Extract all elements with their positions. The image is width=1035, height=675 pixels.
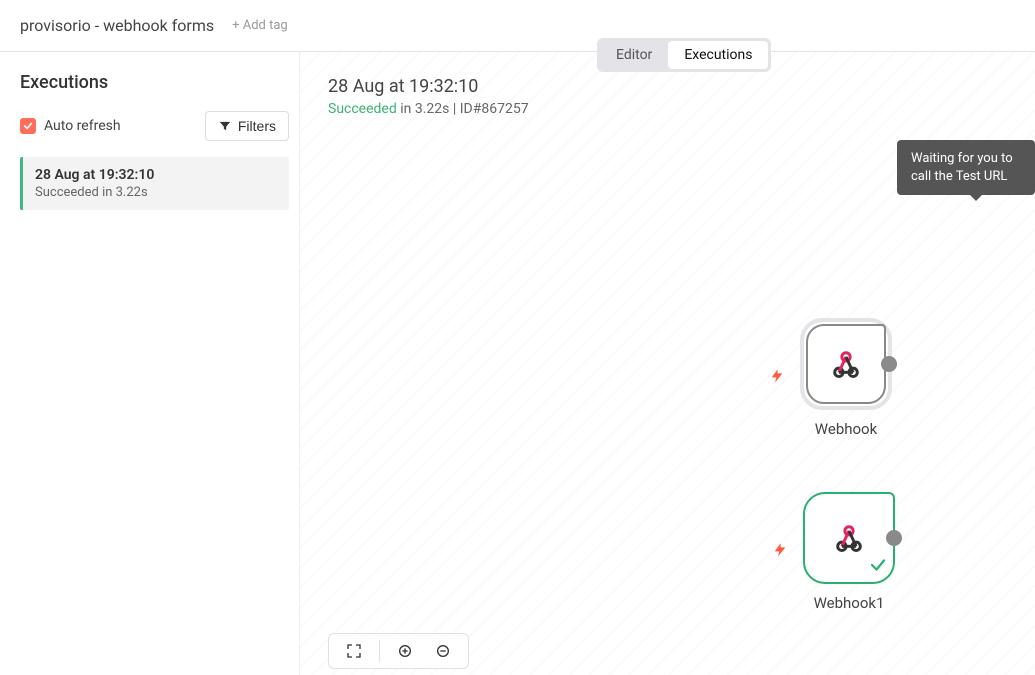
summary-id: ID#867257 (460, 101, 529, 117)
summary-status-line: Succeeded in 3.22s | ID#867257 (328, 101, 529, 117)
node-label: Webhook (795, 420, 897, 438)
editor-executions-tabs: Editor Executions (597, 38, 771, 72)
executions-sidebar: Executions Auto refresh Filters 28 Aug a… (0, 52, 300, 675)
node-output-port[interactable] (881, 356, 897, 372)
add-tag-button[interactable]: + Add tag (232, 18, 288, 33)
node-webhook1[interactable]: Webhook1 (798, 492, 900, 612)
execution-status: Succeeded in 3.22s (35, 185, 277, 200)
filters-button[interactable]: Filters (205, 111, 289, 141)
bolt-icon (772, 539, 788, 565)
zoom-in-icon (397, 643, 413, 659)
execution-timestamp: 28 Aug at 19:32:10 (35, 167, 277, 183)
check-icon (869, 556, 887, 578)
summary-status: Succeeded (328, 101, 397, 117)
header: provisorio - webhook forms + Add tag (0, 0, 1035, 52)
webhook-icon (827, 345, 865, 383)
sidebar-title: Executions (20, 72, 289, 93)
zoom-out-button[interactable] (428, 640, 458, 662)
webhook-icon (830, 519, 868, 557)
fit-icon (346, 643, 362, 659)
canvas-toolbar (328, 633, 469, 669)
execution-item[interactable]: 28 Aug at 19:32:10 Succeeded in 3.22s (20, 157, 289, 210)
bolt-icon (769, 365, 785, 391)
zoom-out-icon (435, 643, 451, 659)
tab-editor[interactable]: Editor (600, 41, 668, 69)
auto-refresh-label: Auto refresh (44, 118, 121, 134)
filter-icon (218, 119, 232, 133)
node-label: Webhook1 (798, 594, 900, 612)
filters-label: Filters (238, 118, 276, 134)
tab-executions[interactable]: Executions (668, 41, 768, 69)
node-output-port[interactable] (886, 530, 902, 546)
summary-duration: in 3.22s (397, 101, 450, 117)
zoom-in-button[interactable] (390, 640, 420, 662)
execution-summary: 28 Aug at 19:32:10 Succeeded in 3.22s | … (328, 76, 529, 117)
fit-view-button[interactable] (339, 640, 369, 662)
test-url-tooltip: Waiting for you to call the Test URL (897, 140, 1035, 195)
summary-timestamp: 28 Aug at 19:32:10 (328, 76, 529, 97)
checkbox-icon (20, 118, 36, 134)
workflow-canvas[interactable]: 28 Aug at 19:32:10 Succeeded in 3.22s | … (300, 52, 1035, 675)
node-webhook[interactable]: Webhook (795, 318, 897, 438)
auto-refresh-toggle[interactable]: Auto refresh (20, 118, 121, 134)
workflow-title[interactable]: provisorio - webhook forms (20, 16, 214, 35)
